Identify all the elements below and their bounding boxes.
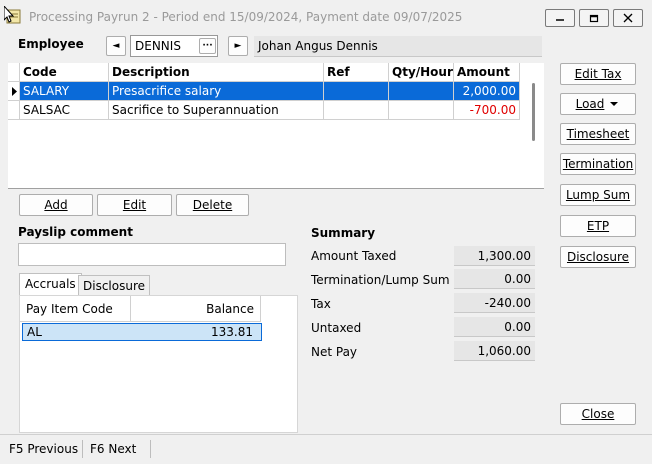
close-button[interactable]: Close xyxy=(560,403,636,425)
grid-cell-code[interactable]: SALSAC xyxy=(20,101,109,120)
window-title: Processing Payrun 2 - Period end 15/09/2… xyxy=(29,10,463,24)
dropdown-arrow-icon xyxy=(610,102,619,106)
load-button[interactable]: Load xyxy=(560,93,636,115)
column-header-ref[interactable]: Ref xyxy=(324,63,389,82)
grid-cell-qty[interactable] xyxy=(389,82,454,101)
add-button[interactable]: Add xyxy=(19,194,93,216)
summary-value-tax: -240.00 xyxy=(454,293,535,313)
maximize-button[interactable] xyxy=(579,9,609,27)
summary-value-untaxed: 0.00 xyxy=(454,317,535,337)
employee-lookup-button[interactable]: ··· xyxy=(199,38,216,54)
previous-employee-button[interactable]: ◄ xyxy=(106,36,126,56)
edit-tax-button[interactable]: Edit Tax xyxy=(560,63,636,85)
employee-name-display: Johan Angus Dennis xyxy=(254,36,542,57)
summary-label-net-pay: Net Pay xyxy=(311,345,358,359)
ellipsis-icon: ··· xyxy=(202,41,213,51)
minimize-button[interactable] xyxy=(545,9,575,27)
status-next-shortcut[interactable]: F6 Next xyxy=(86,440,152,458)
termination-button[interactable]: Termination xyxy=(560,153,636,175)
summary-label-termination-lump-sum: Termination/Lump Sum xyxy=(311,273,450,287)
column-header-description[interactable]: Description xyxy=(109,63,324,82)
load-button-label: Load xyxy=(575,97,605,111)
summary-label-amount-taxed: Amount Taxed xyxy=(311,249,397,263)
close-icon xyxy=(623,13,633,23)
column-header-amount[interactable]: Amount xyxy=(454,63,520,82)
summary-label-untaxed: Untaxed xyxy=(311,321,362,335)
timesheet-button[interactable]: Timesheet xyxy=(560,123,636,145)
accrual-code: AL xyxy=(27,325,42,339)
next-employee-button[interactable]: ► xyxy=(228,36,248,56)
etp-button[interactable]: ETP xyxy=(560,215,636,237)
payslip-comment-label: Payslip comment xyxy=(18,225,133,239)
disclosure-button[interactable]: Disclosure xyxy=(560,246,636,268)
minimize-icon xyxy=(556,19,564,21)
grid-cell-qty[interactable] xyxy=(389,101,454,120)
grid-cell-amount[interactable]: 2,000.00 xyxy=(454,82,520,101)
summary-value-amount-taxed: 1,300.00 xyxy=(454,246,535,266)
edit-button[interactable]: Edit xyxy=(97,194,172,216)
payslip-comment-input[interactable] xyxy=(18,243,286,266)
accruals-row[interactable]: AL 133.81 xyxy=(22,323,262,341)
status-previous-shortcut[interactable]: F5 Previous xyxy=(5,440,84,458)
grid-cell-amount[interactable]: -700.00 xyxy=(454,101,520,120)
accrual-balance: 133.81 xyxy=(211,325,253,339)
grid-cell-ref[interactable] xyxy=(324,82,389,101)
lump-sum-button[interactable]: Lump Sum xyxy=(560,184,636,206)
tab-accruals[interactable]: Accruals xyxy=(19,273,82,296)
column-header-qty-hours[interactable]: Qty/Hours xyxy=(389,63,454,82)
summary-label-tax: Tax xyxy=(311,297,331,311)
row-indicator xyxy=(8,82,20,101)
grid-cell-description[interactable]: Presacrifice salary xyxy=(109,82,324,101)
accruals-header-balance[interactable]: Balance xyxy=(131,296,261,322)
arrow-left-icon: ◄ xyxy=(112,41,120,51)
column-header-code[interactable]: Code xyxy=(20,63,109,82)
grid-cell-description[interactable]: Sacrifice to Superannuation xyxy=(109,101,324,120)
employee-code-value: DENNIS xyxy=(135,39,181,53)
summary-title: Summary xyxy=(311,226,376,240)
arrow-right-icon: ► xyxy=(234,41,242,51)
grid-scrollbar[interactable] xyxy=(532,83,535,141)
close-window-button[interactable] xyxy=(613,9,643,27)
delete-button[interactable]: Delete xyxy=(176,194,249,216)
tab-disclosure[interactable]: Disclosure xyxy=(78,275,151,295)
row-indicator-header xyxy=(8,63,20,82)
accruals-panel: Pay Item Code Balance AL 133.81 xyxy=(19,295,298,433)
accruals-header-code[interactable]: Pay Item Code xyxy=(20,296,131,322)
app-icon xyxy=(3,4,24,26)
employee-name-value: Johan Angus Dennis xyxy=(258,39,378,53)
restore-icon xyxy=(589,14,599,23)
current-row-arrow-icon xyxy=(12,87,17,96)
grid-cell-code[interactable]: SALARY xyxy=(20,82,109,101)
row-indicator xyxy=(8,101,20,120)
pay-items-grid: Code Description Ref Qty/Hours Amount SA… xyxy=(8,63,544,189)
summary-value-net-pay: 1,060.00 xyxy=(454,341,535,361)
employee-label: Employee xyxy=(18,37,84,51)
grid-cell-ref[interactable] xyxy=(324,101,389,120)
summary-value-termination-lump-sum: 0.00 xyxy=(454,269,535,289)
